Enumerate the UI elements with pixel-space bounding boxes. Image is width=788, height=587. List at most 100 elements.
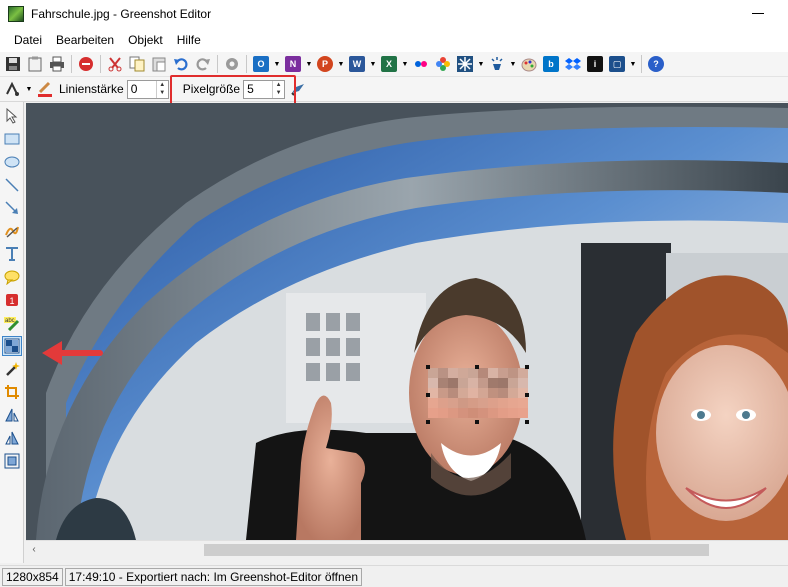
jira-icon	[457, 56, 473, 72]
undo-button[interactable]	[170, 53, 192, 75]
scroll-left-icon[interactable]: ‹	[28, 544, 40, 556]
line-icon	[4, 177, 19, 192]
confirm-button[interactable]	[287, 78, 309, 100]
cursor-icon	[6, 107, 17, 124]
line-width-value[interactable]: 0	[128, 82, 138, 96]
pixel-size-label: Pixelgröße	[182, 82, 241, 96]
menu-datei[interactable]: Datei	[7, 30, 49, 50]
tool-rotate-ccw[interactable]	[2, 428, 22, 448]
flickr-icon	[415, 61, 427, 67]
minimize-button[interactable]	[752, 6, 766, 22]
paint-icon	[521, 58, 537, 72]
clipboard-icon	[28, 56, 42, 72]
excel-dropdown[interactable]: ▼	[400, 53, 410, 75]
paint-button[interactable]	[518, 53, 540, 75]
outlook-dropdown[interactable]: ▼	[272, 53, 282, 75]
lamp-dropdown[interactable]: ▼	[508, 53, 518, 75]
rotate-cw-icon	[4, 408, 19, 421]
greenshot-app-icon	[8, 6, 24, 22]
external-dropdown[interactable]: ▼	[628, 53, 638, 75]
spin-up-icon[interactable]: ▲	[273, 81, 284, 90]
tool-ellipse[interactable]	[2, 152, 22, 172]
scroll-thumb[interactable]	[204, 544, 709, 556]
window-title: Fahrschule.jpg - Greenshot Editor	[31, 7, 212, 21]
redo-button[interactable]	[192, 53, 214, 75]
undo-icon	[174, 58, 188, 71]
tool-obfuscate[interactable]	[1, 335, 22, 356]
print-button[interactable]	[46, 53, 68, 75]
tool-arrow[interactable]	[2, 198, 22, 218]
menu-bearbeiten[interactable]: Bearbeiten	[49, 30, 121, 50]
menu-objekt[interactable]: Objekt	[121, 30, 170, 50]
tool-freehand[interactable]	[2, 221, 22, 241]
word-dropdown[interactable]: ▼	[368, 53, 378, 75]
external-icon: ▢	[609, 56, 625, 72]
lamp-button[interactable]	[486, 53, 508, 75]
line-color-button[interactable]	[34, 78, 56, 100]
pixel-size-value[interactable]: 5	[244, 82, 254, 96]
arrow-icon	[4, 200, 18, 214]
screenshot-image[interactable]	[26, 103, 788, 540]
speechbubble-icon	[4, 270, 19, 285]
pixel-size-input[interactable]: 5 ▲ ▼	[243, 79, 286, 99]
delete-button[interactable]	[75, 53, 97, 75]
jira-button[interactable]	[454, 53, 476, 75]
tool-rotate-cw[interactable]	[2, 405, 22, 425]
spin-down-icon[interactable]: ▼	[273, 89, 284, 98]
tool-rectangle[interactable]	[2, 129, 22, 149]
help-button[interactable]: ?	[645, 53, 667, 75]
image-dimensions: 1280x854	[2, 567, 63, 586]
tool-line[interactable]	[2, 175, 22, 195]
flickr-button[interactable]	[410, 53, 432, 75]
obfuscate-icon	[4, 338, 19, 353]
title-bar: Fahrschule.jpg - Greenshot Editor	[0, 0, 788, 28]
tool-text[interactable]	[2, 244, 22, 264]
line-width-spinner[interactable]: ▲ ▼	[155, 80, 168, 98]
settings-button[interactable]	[221, 53, 243, 75]
paste-icon	[152, 57, 166, 72]
fill-dropdown[interactable]: ▼	[24, 78, 34, 100]
line-width-input[interactable]: 0 ▲ ▼	[126, 79, 169, 99]
pixel-size-spinner[interactable]: ▲ ▼	[272, 80, 284, 98]
horizontal-scrollbar[interactable]: ‹	[26, 540, 788, 559]
onenote-icon: N	[285, 56, 301, 72]
tool-effects[interactable]	[2, 359, 22, 379]
imgur-button[interactable]: i	[584, 53, 606, 75]
spin-down-icon[interactable]: ▼	[157, 89, 168, 98]
jira-dropdown[interactable]: ▼	[476, 53, 486, 75]
powerpoint-icon: P	[317, 56, 333, 72]
onenote-button[interactable]: N	[282, 53, 304, 75]
tool-speechbubble[interactable]	[2, 267, 22, 287]
freehand-icon	[4, 226, 19, 238]
save-button[interactable]	[2, 53, 24, 75]
tool-resize[interactable]	[2, 451, 22, 471]
outlook-button[interactable]: O	[250, 53, 272, 75]
word-button[interactable]: W	[346, 53, 368, 75]
menu-bar: Datei Bearbeiten Objekt Hilfe	[0, 28, 788, 52]
powerpoint-button[interactable]: P	[314, 53, 336, 75]
tool-strip: 1 abc	[0, 102, 24, 563]
dropbox-button[interactable]	[562, 53, 584, 75]
svg-text:1: 1	[9, 296, 14, 306]
powerpoint-dropdown[interactable]: ▼	[336, 53, 346, 75]
menu-hilfe[interactable]: Hilfe	[170, 30, 208, 50]
excel-button[interactable]: X	[378, 53, 400, 75]
clipboard-button[interactable]	[24, 53, 46, 75]
spin-up-icon[interactable]: ▲	[157, 81, 168, 90]
box-button[interactable]: b	[540, 53, 562, 75]
tool-select[interactable]	[2, 106, 22, 126]
copy-button[interactable]	[126, 53, 148, 75]
cut-button[interactable]	[104, 53, 126, 75]
paste-button[interactable]	[148, 53, 170, 75]
outlook-icon: O	[253, 56, 269, 72]
counter-icon: 1	[5, 293, 18, 306]
toolbar-separator	[100, 55, 101, 73]
editor-canvas[interactable]	[26, 103, 788, 540]
external-command-button[interactable]: ▢	[606, 53, 628, 75]
tool-crop[interactable]	[2, 382, 22, 402]
tool-highlight[interactable]: abc	[2, 313, 22, 333]
onenote-dropdown[interactable]: ▼	[304, 53, 314, 75]
tool-counter[interactable]: 1	[2, 290, 22, 310]
fill-color-button[interactable]	[2, 78, 24, 100]
photos-button[interactable]	[432, 53, 454, 75]
